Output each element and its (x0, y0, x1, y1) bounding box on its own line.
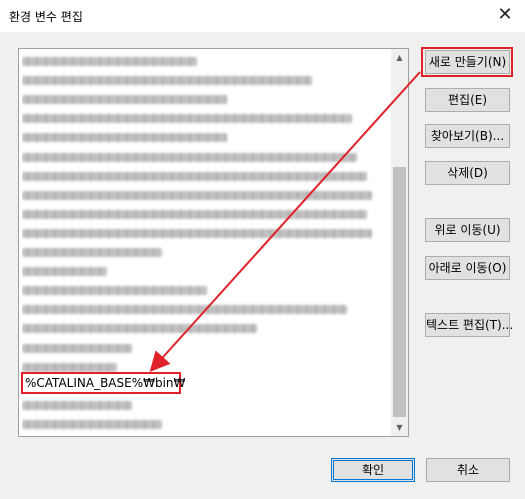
redacted-path-text (22, 362, 117, 372)
delete-button[interactable]: 삭제(D) (425, 161, 510, 185)
dialog-title: 환경 변수 편집 (9, 10, 83, 24)
list-item[interactable] (22, 167, 391, 185)
list-item[interactable] (22, 109, 391, 127)
list-item[interactable] (22, 262, 391, 280)
list-item[interactable] (22, 224, 391, 242)
move-down-button[interactable]: 아래로 이동(O) (425, 256, 510, 280)
list-item[interactable] (22, 186, 391, 204)
list-item[interactable] (22, 319, 391, 337)
redacted-path-text (22, 305, 347, 315)
cancel-button[interactable]: 취소 (426, 458, 510, 482)
scroll-thumb[interactable] (393, 167, 406, 417)
redacted-path-text (22, 228, 372, 238)
list-item[interactable] (22, 243, 391, 261)
list-item[interactable] (22, 71, 391, 89)
ok-button[interactable]: 확인 (331, 458, 415, 482)
redacted-path-text (22, 324, 257, 334)
redacted-path-text (22, 419, 162, 429)
redacted-path-text (22, 95, 227, 105)
redacted-path-text (22, 209, 367, 219)
redacted-path-text (22, 343, 132, 353)
list-item[interactable] (22, 128, 391, 146)
redacted-path-text (22, 152, 357, 162)
move-up-button[interactable]: 위로 이동(U) (425, 218, 510, 242)
list-item[interactable] (22, 205, 391, 223)
list-item[interactable] (22, 339, 391, 357)
redacted-path-text (22, 57, 197, 66)
scroll-up-icon[interactable]: ▲ (391, 49, 408, 66)
list-item[interactable] (22, 281, 391, 299)
list-item[interactable] (22, 415, 391, 433)
browse-button[interactable]: 찾아보기(B)... (425, 124, 510, 148)
edit-button[interactable]: 편집(E) (425, 88, 510, 112)
redacted-path-text (22, 171, 367, 181)
vertical-scrollbar[interactable]: ▲ ▼ (391, 49, 408, 436)
list-item[interactable] (22, 300, 391, 318)
list-item[interactable] (22, 148, 391, 166)
redacted-path-text (22, 114, 352, 124)
edit-text-button[interactable]: 텍스트 편집(T)... (425, 313, 513, 337)
list-item[interactable] (22, 396, 391, 414)
close-icon[interactable]: ✕ (495, 5, 515, 25)
new-button[interactable]: 새로 만들기(N) (425, 50, 510, 74)
redacted-path-text (22, 400, 132, 410)
list-item[interactable] (22, 52, 391, 70)
redacted-path-text (22, 76, 312, 86)
redacted-path-text (22, 133, 227, 143)
redacted-path-text (22, 286, 207, 296)
redacted-path-text (22, 248, 162, 257)
redacted-path-text (22, 190, 372, 200)
selected-path-entry[interactable]: %CATALINA_BASE%₩bin₩ (21, 372, 185, 394)
list-item[interactable] (22, 90, 391, 108)
scroll-down-icon[interactable]: ▼ (391, 419, 408, 436)
redacted-path-text (22, 267, 107, 277)
title-bar: 환경 변수 편집 ✕ (0, 0, 525, 32)
